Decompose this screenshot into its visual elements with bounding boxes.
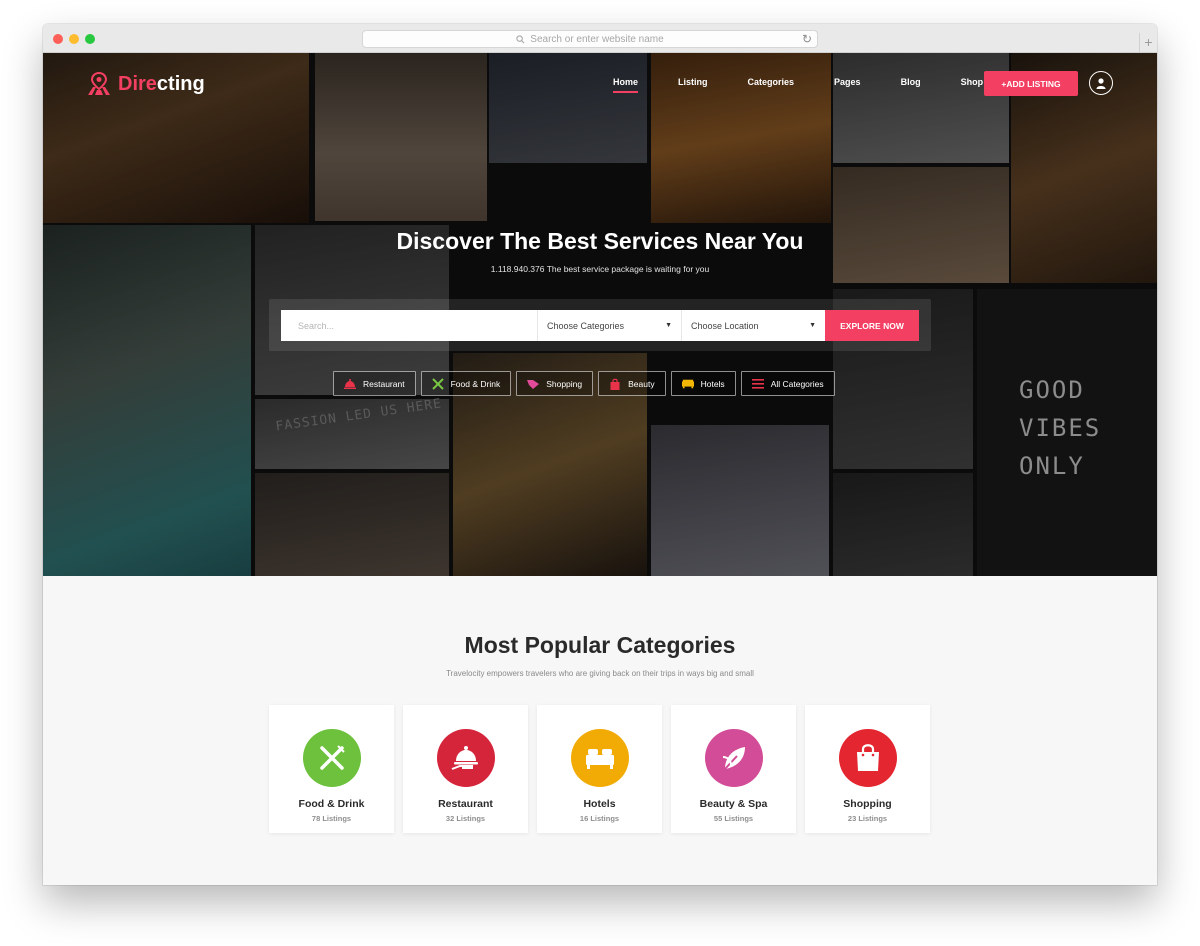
reload-icon[interactable]: ↻	[802, 32, 812, 46]
category-card-food-drink[interactable]: Food & Drink 78 Listings	[269, 705, 394, 833]
card-title: Shopping	[843, 798, 892, 810]
nav-home[interactable]: Home	[613, 77, 639, 93]
chip-label: All Categories	[770, 378, 824, 389]
cloche-icon	[436, 729, 495, 787]
card-count: 32 Listings	[445, 814, 486, 823]
bed-icon	[681, 378, 694, 390]
category-card-hotels[interactable]: Hotels 16 Listings	[537, 705, 662, 833]
brand-name-part2: cting	[156, 72, 205, 95]
bag-icon	[609, 378, 621, 390]
shopping-bag-icon	[838, 729, 897, 787]
chevron-down-icon: ▼	[665, 322, 672, 329]
category-cards: Food & Drink 78 Listings Restaurant 32 L…	[269, 705, 930, 833]
browser-chrome: Search or enter website name ↻ +	[43, 24, 1157, 53]
category-card-restaurant[interactable]: Restaurant 32 Listings	[403, 705, 528, 833]
top-navbar: Directing Home Listing Categories Pages …	[43, 53, 1157, 113]
section-subtitle: Travelocity empowers travelers who are g…	[446, 669, 754, 678]
search-input[interactable]	[281, 310, 537, 341]
category-card-beauty-spa[interactable]: Beauty & Spa 55 Listings	[671, 705, 796, 833]
cloche-icon	[344, 378, 356, 390]
category-select-value: Choose Categories	[547, 320, 625, 331]
category-card-shopping[interactable]: Shopping 23 Listings	[805, 705, 930, 833]
card-title: Food & Drink	[298, 798, 365, 810]
brand-logo[interactable]: Directing	[86, 71, 205, 97]
card-count: 16 Listings	[579, 814, 620, 823]
close-window-button[interactable]	[53, 34, 63, 44]
nav-shop[interactable]: Shop	[961, 77, 984, 87]
maximize-window-button[interactable]	[85, 34, 95, 44]
popular-categories-section: Most Popular Categories Travelocity empo…	[43, 576, 1157, 833]
brand-name: Directing	[118, 73, 205, 96]
chip-hotels[interactable]: Hotels	[670, 371, 736, 396]
good-vibes-sign: GOOD VIBES ONLY	[1019, 376, 1102, 480]
minimize-window-button[interactable]	[69, 34, 79, 44]
address-bar[interactable]: Search or enter website name ↻	[362, 30, 818, 48]
browser-window: Search or enter website name ↻ + GOOD VI…	[43, 24, 1157, 885]
section-title: Most Popular Categories	[464, 632, 736, 658]
chip-label: Beauty	[628, 378, 655, 389]
hero-section: GOOD VIBES ONLY FASSION LED US HERE Dire…	[43, 53, 1157, 576]
user-icon	[1096, 77, 1106, 89]
chevron-down-icon: ▼	[809, 322, 816, 329]
nav-blog[interactable]: Blog	[901, 77, 921, 87]
leaf-icon	[704, 729, 763, 787]
map-pin-logo-icon	[88, 71, 110, 95]
chip-food-drink[interactable]: Food & Drink	[420, 371, 512, 396]
card-count: 23 Listings	[847, 814, 888, 823]
quick-category-chips: Restaurant Food & Drink Shopping Beauty …	[333, 371, 835, 396]
tag-icon	[527, 378, 540, 390]
chip-label: Shopping	[546, 378, 583, 389]
utensils-icon	[302, 729, 361, 787]
utensils-icon	[431, 377, 444, 390]
location-select-value: Choose Location	[691, 320, 759, 331]
main-nav: Home Listing Categories Pages Blog Shop	[613, 77, 1023, 93]
search-form: Choose Categories ▼ Choose Location ▼ EX…	[281, 310, 919, 341]
nav-listing[interactable]: Listing	[678, 77, 708, 87]
chip-label: Restaurant	[363, 378, 405, 389]
card-title: Restaurant	[438, 798, 493, 810]
card-title: Beauty & Spa	[699, 798, 768, 810]
nav-categories[interactable]: Categories	[748, 77, 795, 87]
add-listing-button[interactable]: +ADD LISTING	[984, 71, 1078, 96]
card-count: 55 Listings	[713, 814, 754, 823]
chip-beauty[interactable]: Beauty	[598, 371, 666, 396]
list-icon	[751, 378, 764, 390]
chip-shopping[interactable]: Shopping	[516, 371, 594, 396]
chip-label: Hotels	[700, 378, 725, 389]
address-placeholder: Search or enter website name	[530, 33, 664, 45]
brand-name-part1: Dire	[118, 72, 157, 95]
nav-pages[interactable]: Pages	[834, 77, 861, 87]
hero-subtitle: 1.118.940.376 The best service package i…	[490, 264, 710, 274]
hero-title: Discover The Best Services Near You	[396, 228, 804, 254]
chip-label: Food & Drink	[450, 378, 501, 389]
bed-icon	[570, 729, 629, 787]
chip-restaurant[interactable]: Restaurant	[333, 371, 416, 396]
user-account-button[interactable]	[1089, 71, 1113, 95]
location-select[interactable]: Choose Location ▼	[681, 310, 825, 341]
category-select[interactable]: Choose Categories ▼	[537, 310, 681, 341]
search-icon	[516, 34, 525, 43]
card-count: 78 Listings	[311, 814, 352, 823]
explore-now-button[interactable]: EXPLORE NOW	[825, 310, 919, 341]
card-title: Hotels	[583, 798, 616, 810]
new-tab-button[interactable]: +	[1139, 33, 1157, 53]
chip-all-categories[interactable]: All Categories	[740, 371, 835, 396]
